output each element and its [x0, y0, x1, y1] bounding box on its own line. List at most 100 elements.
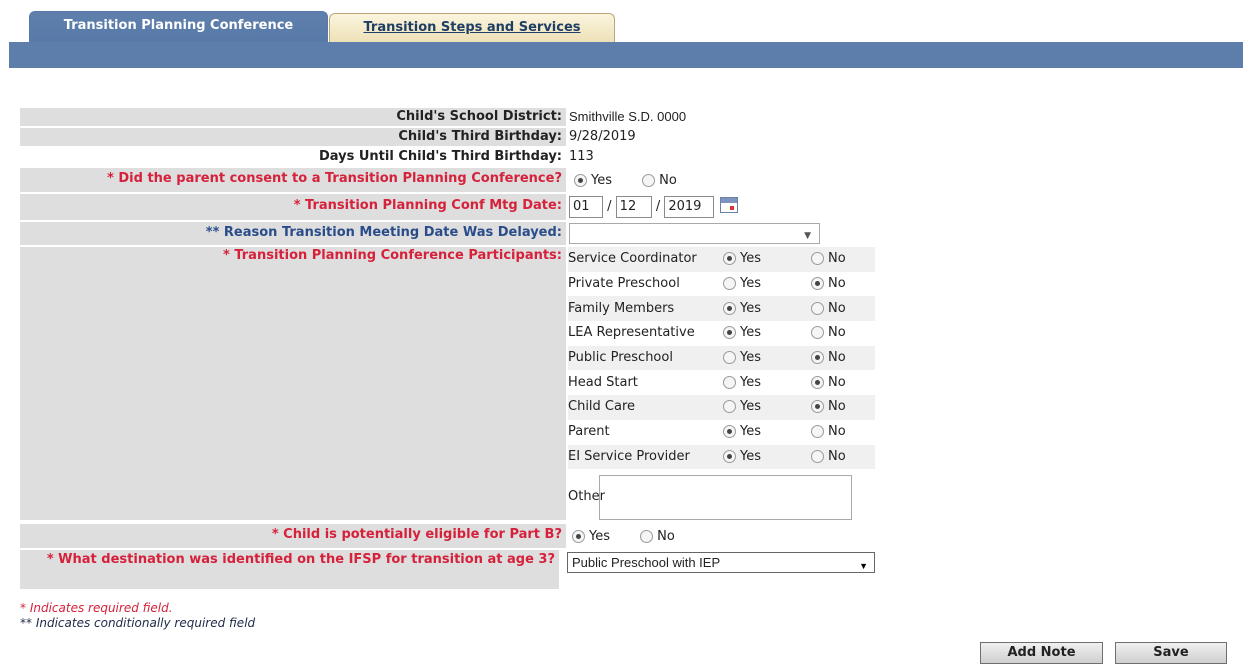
- save-button[interactable]: Save: [1115, 642, 1227, 664]
- partb-row: * Child is potentially eligible for Part…: [20, 524, 875, 549]
- participants-label: * Transition Planning Conference Partici…: [20, 247, 566, 520]
- participant-name: Parent: [568, 424, 610, 440]
- date-separator: /: [655, 199, 661, 214]
- participant-yes-radio[interactable]: [723, 301, 736, 315]
- participant-no-label: No: [828, 448, 846, 464]
- participant-row: Family Members Yes No: [568, 296, 875, 322]
- consent-no-label: No: [659, 173, 677, 188]
- consent-yes-radio[interactable]: [574, 174, 587, 187]
- calendar-icon[interactable]: [720, 197, 739, 213]
- participant-no-radio[interactable]: [811, 252, 824, 266]
- district-value: Smithville S.D. 0000: [569, 109, 687, 124]
- participant-yes-radio[interactable]: [723, 375, 736, 389]
- participant-yes-radio[interactable]: [723, 449, 736, 463]
- participant-row: EI Service Provider Yes No: [568, 444, 875, 470]
- participant-no-label: No: [828, 251, 846, 267]
- participant-no-label: No: [828, 424, 846, 440]
- participant-no-label: No: [828, 374, 846, 390]
- participant-no-radio[interactable]: [811, 351, 824, 365]
- participant-name: Family Members: [568, 296, 723, 322]
- participant-yes-label: Yes: [740, 374, 761, 390]
- destination-select-value: Public Preschool with IEP: [572, 555, 721, 571]
- participant-name: Service Coordinator: [568, 247, 723, 272]
- participant-row: LEA Representative Yes No: [568, 321, 875, 346]
- participant-name: EI Service Provider: [568, 444, 723, 470]
- days-value: 113: [569, 149, 594, 164]
- district-label: Child's School District:: [20, 108, 566, 126]
- meeting-month-input[interactable]: 01: [569, 196, 603, 218]
- consent-yes-label: Yes: [591, 173, 612, 188]
- participant-name: Public Preschool: [568, 345, 723, 371]
- participant-yes-radio[interactable]: [723, 351, 736, 365]
- participant-row: Public Preschool Yes No: [568, 345, 875, 371]
- participant-yes-radio[interactable]: [723, 326, 736, 340]
- meeting-date-row: * Transition Planning Conf Mtg Date: 01 …: [20, 194, 875, 220]
- participant-yes-label: Yes: [740, 424, 761, 440]
- field-legend: * Indicates required field. ** Indicates…: [20, 601, 255, 631]
- partb-no-label: No: [657, 529, 675, 545]
- participant-no-label: No: [828, 325, 846, 341]
- birthday-row: Child's Third Birthday: 9/28/2019: [20, 128, 875, 146]
- destination-row: * What destination was identified on the…: [20, 550, 875, 590]
- tab-label: Transition Steps and Services: [363, 20, 581, 35]
- add-note-button[interactable]: Add Note: [980, 642, 1103, 664]
- tab-banner: [9, 42, 1243, 68]
- other-label: Other: [568, 489, 605, 505]
- tab-label: Transition Planning Conference: [63, 18, 294, 33]
- days-label: Days Until Child's Third Birthday:: [20, 148, 566, 166]
- participants-table: Service Coordinator Yes No Private Preschoo…: [568, 247, 875, 470]
- meeting-year-input[interactable]: 2019: [664, 196, 715, 218]
- tab-transition-planning-conference[interactable]: Transition Planning Conference: [29, 11, 328, 43]
- participants-row: * Transition Planning Conference Partici…: [20, 247, 875, 522]
- participant-row: Head Start Yes No: [568, 370, 875, 395]
- partb-yes-radio[interactable]: [572, 530, 585, 544]
- participant-yes-label: Yes: [740, 399, 761, 415]
- participants-body: Service Coordinator Yes No Private Preschoo…: [568, 247, 875, 470]
- participant-no-radio[interactable]: [811, 375, 824, 389]
- participant-yes-label: Yes: [740, 300, 761, 316]
- participant-row: Parent Yes No: [568, 420, 875, 445]
- participant-yes-label: Yes: [740, 448, 761, 464]
- participant-yes-label: Yes: [740, 325, 761, 341]
- participant-no-label: No: [828, 300, 846, 316]
- other-row: Other: [568, 472, 875, 522]
- participant-name: Head Start: [568, 374, 638, 390]
- participant-yes-label: Yes: [740, 350, 761, 366]
- participant-row: Service Coordinator Yes No: [568, 247, 875, 272]
- partb-label: * Child is potentially eligible for Part…: [20, 524, 566, 549]
- participant-no-radio[interactable]: [811, 277, 824, 291]
- delay-label: ** Reason Transition Meeting Date Was De…: [20, 222, 566, 245]
- participant-no-label: No: [828, 276, 846, 292]
- district-row: Child's School District: Smithville S.D.…: [20, 108, 875, 126]
- participant-name: Child Care: [568, 395, 723, 420]
- participant-row: Private Preschool Yes No: [568, 272, 875, 297]
- participant-yes-radio[interactable]: [723, 400, 736, 414]
- delay-row: ** Reason Transition Meeting Date Was De…: [20, 222, 875, 245]
- participant-row: Child Care Yes No: [568, 395, 875, 420]
- tab-transition-steps-and-services[interactable]: Transition Steps and Services: [329, 13, 615, 43]
- other-input[interactable]: [599, 474, 852, 520]
- consent-label: * Did the parent consent to a Transition…: [20, 168, 566, 192]
- participant-no-radio[interactable]: [811, 326, 824, 340]
- days-row: Days Until Child's Third Birthday: 113: [20, 148, 875, 166]
- delay-select[interactable]: ▼: [569, 223, 820, 244]
- participant-no-radio[interactable]: [811, 425, 824, 439]
- date-separator: /: [607, 199, 612, 214]
- partb-no-radio[interactable]: [640, 530, 654, 544]
- participant-no-label: No: [828, 350, 846, 366]
- participant-no-radio[interactable]: [811, 301, 824, 315]
- destination-select[interactable]: Public Preschool with IEP ▼: [567, 552, 875, 574]
- participant-name: LEA Representative: [568, 325, 695, 341]
- meeting-day-input[interactable]: 12: [615, 196, 652, 218]
- birthday-label: Child's Third Birthday:: [20, 128, 566, 146]
- consent-no-radio[interactable]: [642, 174, 656, 187]
- participant-yes-radio[interactable]: [723, 277, 736, 291]
- chevron-down-icon: ▼: [804, 231, 811, 241]
- destination-label: * What destination was identified on the…: [20, 550, 559, 590]
- participant-no-radio[interactable]: [811, 449, 824, 463]
- participant-no-label: No: [828, 399, 846, 415]
- participant-no-radio[interactable]: [811, 400, 824, 414]
- participant-yes-radio[interactable]: [723, 425, 736, 439]
- chevron-down-icon: ▼: [859, 561, 868, 572]
- participant-yes-radio[interactable]: [723, 252, 736, 266]
